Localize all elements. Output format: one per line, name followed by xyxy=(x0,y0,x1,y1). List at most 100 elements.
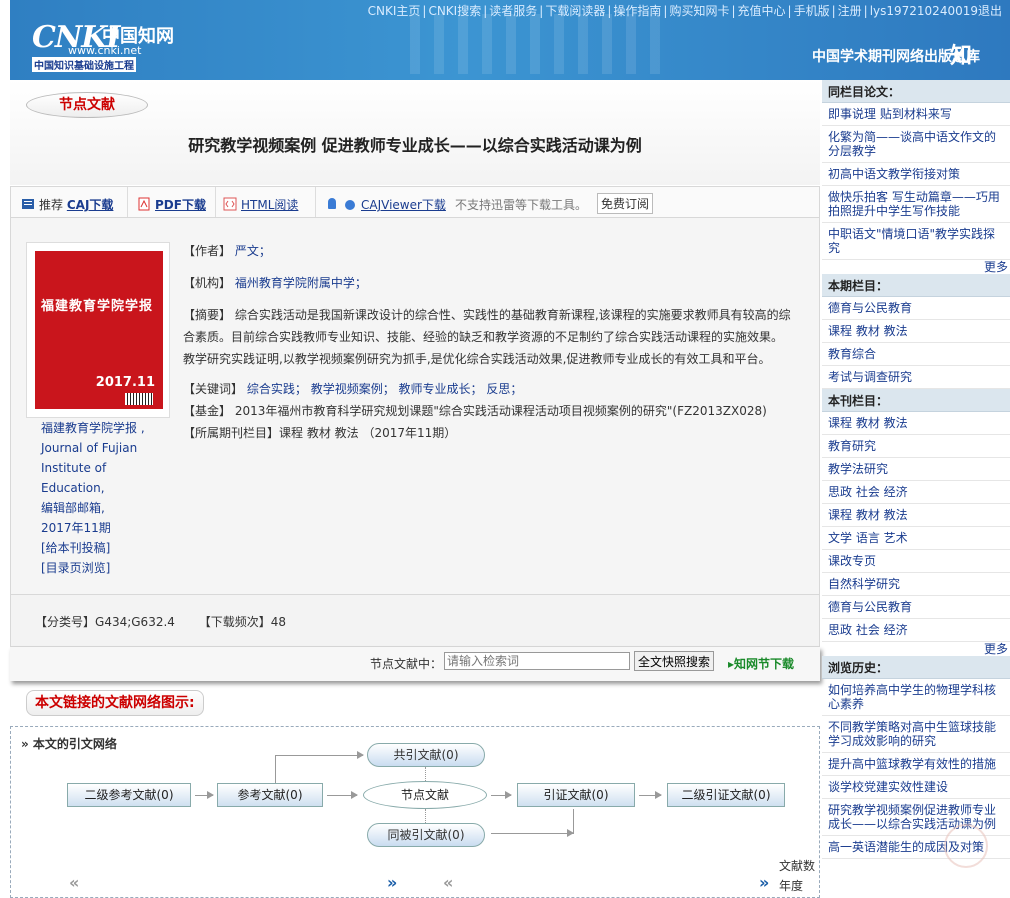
sidebar-link[interactable]: 课程 教材 教法 xyxy=(822,412,1010,435)
class-label: 【分类号】 xyxy=(35,615,96,629)
keyword-link[interactable]: 教学视频案例； xyxy=(311,382,395,396)
site-header: CNKI主页 | CNKI搜索 | 读者服务 | 下载阅读器 | 操作指南 | 购买知网卡 | 充值中心… xyxy=(10,0,1010,80)
journal-info: 福建教育学院学报 , Journal of Fujian Institute o… xyxy=(41,418,171,578)
caj-download-link[interactable]: CAJ下载 xyxy=(67,198,114,212)
more-link[interactable]: 更多 xyxy=(822,260,1010,274)
header-decoration xyxy=(410,14,670,74)
download-toolbar: 推荐 CAJ下载 PDF下载 HTML阅读 CAJViewer下载 不支持迅雷等… xyxy=(10,186,820,218)
history-link[interactable]: 如何培养高中学生的物理学科核心素养 xyxy=(822,679,1010,716)
history-link[interactable]: 提升高中篮球教学有效性的措施 xyxy=(822,753,1010,776)
sidebar-link[interactable]: 教育综合 xyxy=(822,343,1010,366)
keyword-link[interactable]: 综合实践； xyxy=(247,382,307,396)
sidebar-link[interactable]: 课程 教材 教法 xyxy=(822,504,1010,527)
journal-name-en[interactable]: Journal of Fujian xyxy=(41,438,171,458)
network-label: 本文链接的文献网络图示: xyxy=(26,690,204,716)
journal-email[interactable]: 编辑部邮箱, xyxy=(41,498,171,518)
journal-name-en-2[interactable]: Institute of Education, xyxy=(41,458,171,498)
viewer-download-link[interactable]: CAJViewer下载 xyxy=(361,198,446,212)
connector xyxy=(573,809,574,834)
cnki-logo[interactable]: CNKI 中国知网 www.cnki.net 中国知识基础设施工程 xyxy=(32,20,182,72)
cite-node[interactable]: 引证文献(0) xyxy=(517,783,635,807)
connector xyxy=(491,829,574,837)
sidebar-link[interactable]: 考试与调查研究 xyxy=(822,366,1010,389)
nav-mobile[interactable]: 手机版 xyxy=(792,4,832,18)
co-cite-node[interactable]: 共引文献(0) xyxy=(367,743,485,767)
pdf-download-link[interactable]: PDF下载 xyxy=(155,198,206,212)
submit-link[interactable]: [给本刊投稿] xyxy=(41,538,171,558)
sidebar-link[interactable]: 思政 社会 经济 xyxy=(822,481,1010,504)
nav-reader-service[interactable]: 读者服务 xyxy=(487,4,539,18)
prev-icon[interactable]: « xyxy=(443,873,453,892)
toc-link[interactable]: [目录页浏览] xyxy=(41,558,171,578)
apple-icon xyxy=(345,200,355,210)
download-count-label: 【下载频次】 xyxy=(198,615,271,629)
network-title: » 本文的引文网络 xyxy=(21,737,117,751)
column-label: 【所属期刊栏目】 xyxy=(183,426,280,440)
nav-guide[interactable]: 操作指南 xyxy=(611,4,663,18)
fund-row: 【基金】 2013年福州市教育科学研究规划课题"综合实践活动课程活动项目视频案例… xyxy=(183,400,793,422)
arrow xyxy=(195,791,214,799)
search-input[interactable] xyxy=(444,652,630,670)
article-info: 福建教育学院学报 2017.11 福建教育学院学报 , Journal of F… xyxy=(10,218,820,595)
divider xyxy=(127,187,128,217)
logo-subtitle: 中国知识基础设施工程 xyxy=(32,57,136,72)
history-link[interactable]: 谈学校党建实效性建设 xyxy=(822,776,1010,799)
nav-register[interactable]: 注册 xyxy=(836,4,864,18)
author-link[interactable]: 严文； xyxy=(235,244,271,258)
node-search-bar: 节点文献中： 全文快照搜索 ▸知网节下载 xyxy=(10,647,820,681)
subscribe-button[interactable]: 免费订阅 xyxy=(597,193,654,214)
next-icon[interactable]: » xyxy=(387,873,397,892)
html-read-link[interactable]: HTML阅读 xyxy=(241,198,298,212)
html-read[interactable]: HTML阅读 xyxy=(223,196,298,213)
section-label: 节点文献 xyxy=(26,92,148,118)
keyword-link[interactable]: 反思； xyxy=(486,382,522,396)
prev-icon[interactable]: « xyxy=(69,873,79,892)
nav-search[interactable]: CNKI搜索 xyxy=(426,4,483,18)
sidebar-link[interactable]: 做快乐拍客 写生动篇章——巧用拍照提升中学生写作技能 xyxy=(822,186,1010,223)
org-row: 【机构】 福州教育学院附属中学； xyxy=(183,272,793,294)
nav-home[interactable]: CNKI主页 xyxy=(366,4,423,18)
node-download-link[interactable]: ▸知网节下载 xyxy=(728,655,794,672)
sidebar-link[interactable]: 德育与公民教育 xyxy=(822,596,1010,619)
co-cited-node[interactable]: 同被引文献(0) xyxy=(367,823,485,847)
download-note: 不支持迅雷等下载工具。 xyxy=(455,198,588,212)
journal-name[interactable]: 福建教育学院学报 , xyxy=(41,418,171,438)
sidebar-link[interactable]: 初高中语文教学衔接对策 xyxy=(822,163,1010,186)
keyword-link[interactable]: 教师专业成长； xyxy=(399,382,483,396)
sidebar-link[interactable]: 德育与公民教育 xyxy=(822,297,1010,320)
android-icon xyxy=(328,198,336,209)
sidebar-link[interactable]: 思政 社会 经济 xyxy=(822,619,1010,642)
nav-buy-card[interactable]: 购买知网卡 xyxy=(667,4,731,18)
divider xyxy=(315,187,316,217)
sidebar-link[interactable]: 文学 语言 艺术 xyxy=(822,527,1010,550)
more-link[interactable]: 更多 xyxy=(822,642,1010,656)
sidebar-link[interactable]: 化繁为简——谈高中语文作文的分层教学 xyxy=(822,126,1010,163)
viewer-download[interactable]: CAJViewer下载 xyxy=(325,196,446,213)
journal-cover[interactable]: 福建教育学院学报 2017.11 xyxy=(26,242,170,418)
cite2-node[interactable]: 二级引证文献(0) xyxy=(667,783,785,807)
sidebar-link[interactable]: 自然科学研究 xyxy=(822,573,1010,596)
cover-issue: 2017.11 xyxy=(95,375,155,390)
sidebar-link[interactable]: 教学法研究 xyxy=(822,458,1010,481)
org-link[interactable]: 福州教育学院附属中学； xyxy=(235,276,367,290)
keywords-row: 【关键词】 综合实践； 教学视频案例； 教师专业成长； 反思； xyxy=(183,378,793,400)
sidebar-link[interactable]: 课程 教材 教法 xyxy=(822,320,1010,343)
zhi-brand-icon: 知 xyxy=(950,43,973,69)
ref2-node[interactable]: 二级参考文献(0) xyxy=(67,783,191,807)
divider xyxy=(215,187,216,217)
fulltext-search-button[interactable]: 全文快照搜索 xyxy=(634,651,715,671)
sidebar-link[interactable]: 教育研究 xyxy=(822,435,1010,458)
sidebar-link[interactable]: 课改专页 xyxy=(822,550,1010,573)
sidebar-link[interactable]: 中职语文"情境口语"教学实践探究 xyxy=(822,223,1010,260)
history-link[interactable]: 不同教学策略对高中生篮球技能学习成效影响的研究 xyxy=(822,716,1010,753)
caj-download[interactable]: 推荐 CAJ下载 xyxy=(21,196,113,213)
nav-recharge[interactable]: 充值中心 xyxy=(736,4,788,18)
nav-user-logout[interactable]: lys197210240019退出 xyxy=(868,4,1004,18)
next-icon[interactable]: » xyxy=(759,873,769,892)
pdf-download[interactable]: PDF下载 xyxy=(137,196,206,213)
ref-node[interactable]: 参考文献(0) xyxy=(217,783,323,807)
nav-download-reader[interactable]: 下载阅读器 xyxy=(543,4,607,18)
journal-issue[interactable]: 2017年11期 xyxy=(41,518,171,538)
connector xyxy=(425,767,426,781)
sidebar-link[interactable]: 即事说理 贴到材料来写 xyxy=(822,103,1010,126)
